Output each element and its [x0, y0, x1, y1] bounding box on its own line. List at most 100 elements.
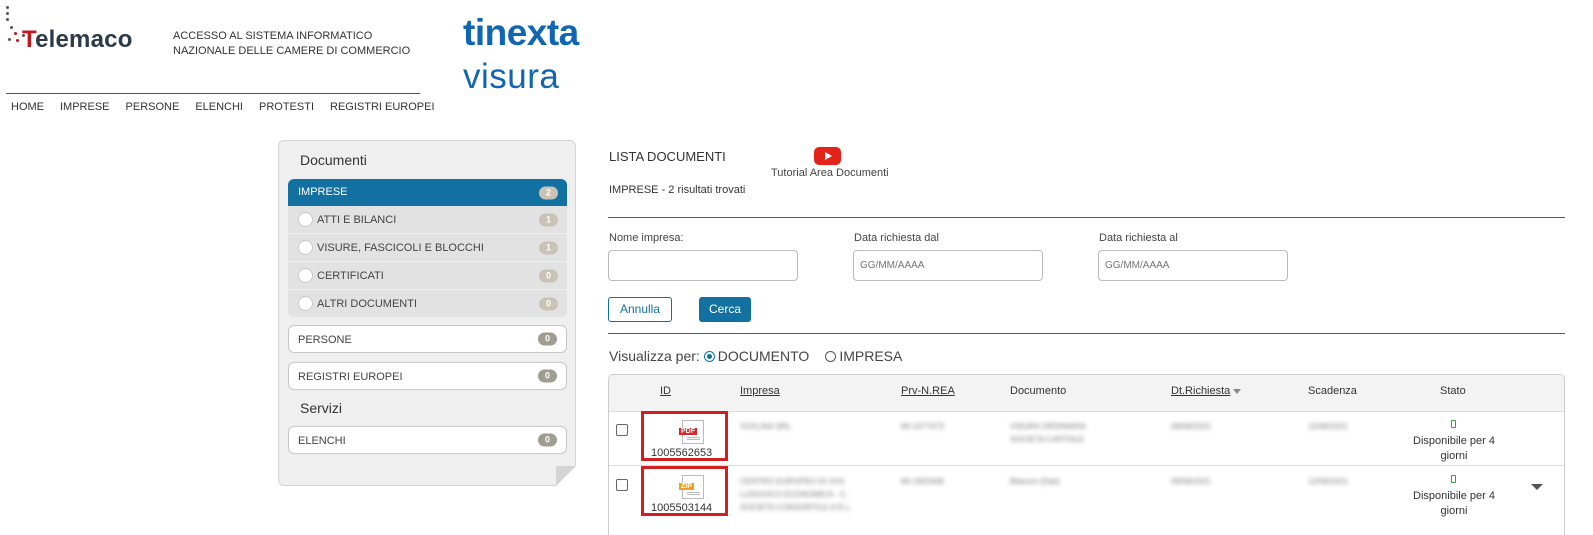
sort-desc-icon[interactable] — [1233, 388, 1242, 394]
stato-cell: Disponibile per 4 giorni — [1413, 435, 1495, 462]
logo-initial: T — [22, 26, 36, 53]
file-type-tag: PDF — [679, 428, 697, 435]
phone-available-icon — [1451, 475, 1456, 483]
nome-impresa-input[interactable] — [608, 250, 798, 281]
impresa-cell: CENTRO EUROPEO DI XXX LUDOVICO ECONOMICA… — [740, 477, 852, 512]
nav-protesti[interactable]: PROTESTI — [259, 101, 314, 113]
sidebar-item-visure[interactable]: VISURE, FASCICOLI E BLOCCHI 1 — [288, 234, 567, 261]
header-tagline: ACCESSO AL SISTEMA INFORMATICO NAZIONALE… — [173, 29, 410, 59]
documents-sidebar: Documenti IMPRESE 2 ATTI E BILANCI 1 VIS… — [278, 140, 576, 486]
rea-cell: MI-1477473 — [901, 422, 944, 431]
nav-divider — [6, 93, 420, 94]
table-row: PDF 1005562653 XXXLINA SRL MI-1477473 VI… — [609, 411, 1564, 466]
expand-row-icon[interactable] — [1531, 484, 1543, 490]
documento-cell: VISURA ORDINARIA SOCIETA CAPITALE — [1010, 422, 1086, 444]
file-lines — [687, 492, 700, 495]
dt-richiesta-cell: 09/06/2021 — [1171, 477, 1212, 486]
file-type-tag: ZIP — [679, 483, 694, 490]
col-scadenza: Scadenza — [1308, 385, 1357, 397]
sidebar-item-altri-documenti[interactable]: ALTRI DOCUMENTI 0 — [288, 290, 567, 317]
row-checkbox[interactable] — [616, 424, 628, 436]
radio-icon[interactable] — [298, 212, 313, 227]
data-al-input[interactable] — [1098, 250, 1288, 281]
col-stato: Stato — [1440, 385, 1466, 397]
data-al-label: Data richiesta al — [1099, 232, 1178, 244]
sidebar-item-label: ATTI E BILANCI — [317, 213, 397, 226]
nav-registri-europei[interactable]: REGISTRI EUROPEI — [330, 101, 435, 113]
sidebar-item-imprese[interactable]: IMPRESE 2 — [288, 179, 567, 213]
section-divider — [608, 217, 1565, 218]
sidebar-heading-servizi: Servizi — [300, 400, 343, 416]
cerca-button[interactable]: Cerca — [699, 297, 751, 322]
radio-documento-label[interactable]: DOCUMENTO — [718, 348, 810, 364]
telemaco-logo[interactable]: Telemaco — [22, 26, 133, 54]
dt-richiesta-cell: 09/06/2021 — [1171, 422, 1212, 431]
youtube-play-icon[interactable] — [814, 147, 841, 165]
nav-home[interactable]: HOME — [11, 101, 44, 113]
impresa-cell: XXXLINA SRL — [740, 422, 792, 431]
col-impresa[interactable]: Impresa — [740, 385, 780, 397]
sidebar-item-label: IMPRESE — [298, 186, 348, 198]
stato-cell: Disponibile per 4 giorni — [1413, 490, 1495, 517]
document-id[interactable]: 1005503144 — [651, 502, 712, 514]
col-rea[interactable]: Prv-N.REA — [901, 385, 955, 397]
zip-file-icon[interactable]: ZIP — [679, 475, 704, 499]
documents-table: ID Impresa Prv-N.REA Documento Dt.Richie… — [608, 374, 1565, 535]
document-id[interactable]: 1005562653 — [651, 447, 712, 459]
file-lines — [687, 437, 700, 440]
tutorial-link[interactable]: Tutorial Area Documenti — [771, 167, 889, 179]
top-navigation: HOME IMPRESE PERSONE ELENCHI PROTESTI RE… — [11, 101, 435, 113]
count-badge: 1 — [539, 213, 558, 226]
radio-icon[interactable] — [298, 240, 313, 255]
result-count: IMPRESE - 2 risultati trovati — [609, 184, 746, 196]
count-badge: 1 — [539, 241, 558, 254]
page-fold-corner — [556, 466, 576, 486]
section-divider — [608, 333, 1565, 334]
radio-icon[interactable] — [298, 296, 313, 311]
data-dal-input[interactable] — [853, 250, 1043, 281]
count-badge: 0 — [539, 269, 558, 282]
id-highlight-box: ZIP 1005503144 — [641, 466, 728, 516]
col-dt-richiesta-label: Dt.Richiesta — [1171, 385, 1231, 397]
scadenza-cell: 12/06/2021 — [1308, 422, 1349, 431]
radio-impresa-label[interactable]: IMPRESA — [839, 348, 902, 364]
col-documento: Documento — [1010, 385, 1067, 397]
col-id[interactable]: ID — [660, 385, 671, 397]
sidebar-item-label: ELENCHI — [298, 435, 346, 447]
scadenza-cell: 12/06/2021 — [1308, 477, 1349, 486]
sidebar-item-label: REGISTRI EUROPEI — [298, 371, 403, 383]
nav-elenchi[interactable]: ELENCHI — [195, 101, 243, 113]
count-badge: 0 — [538, 332, 557, 346]
sidebar-item-registri-europei[interactable]: REGISTRI EUROPEI 0 — [288, 362, 567, 390]
sidebar-item-persone[interactable]: PERSONE 0 — [288, 325, 567, 353]
page-title: LISTA DOCUMENTI — [609, 149, 726, 164]
visura-logo: visura — [463, 57, 560, 96]
tinexta-logo[interactable]: tinexta — [463, 12, 579, 54]
nav-persone[interactable]: PERSONE — [126, 101, 180, 113]
count-badge: 0 — [538, 369, 557, 383]
sidebar-item-label: PERSONE — [298, 334, 352, 346]
tagline-line2: NAZIONALE DELLE CAMERE DI COMMERCIO — [173, 45, 411, 57]
row-checkbox[interactable] — [616, 479, 628, 491]
nav-imprese[interactable]: IMPRESE — [60, 101, 110, 113]
sidebar-heading-documenti: Documenti — [300, 152, 367, 168]
view-selector: Visualizza per: DOCUMENTO IMPRESA — [609, 348, 902, 364]
col-dt-richiesta[interactable]: Dt.Richiesta — [1171, 385, 1242, 397]
phone-available-icon — [1451, 420, 1456, 428]
radio-documento[interactable] — [703, 350, 715, 362]
documento-cell: Bilancio (Dati) — [1010, 477, 1060, 486]
logo-rest: elemaco — [35, 26, 133, 53]
rea-cell: MI-1902408 — [901, 477, 944, 486]
sidebar-item-elenchi[interactable]: ELENCHI 0 — [288, 426, 567, 454]
sidebar-item-atti-bilanci[interactable]: ATTI E BILANCI 1 — [288, 206, 567, 233]
radio-icon[interactable] — [298, 268, 313, 283]
radio-impresa[interactable] — [825, 350, 837, 362]
pdf-file-icon[interactable]: PDF — [679, 420, 704, 444]
tagline-line1: ACCESSO AL SISTEMA INFORMATICO — [173, 30, 373, 42]
data-dal-label: Data richiesta dal — [854, 232, 939, 244]
sidebar-item-label: VISURE, FASCICOLI E BLOCCHI — [317, 241, 484, 254]
sidebar-item-certificati[interactable]: CERTIFICATI 0 — [288, 262, 567, 289]
visualizza-label: Visualizza per: — [609, 348, 700, 364]
id-highlight-box: PDF 1005562653 — [641, 411, 728, 461]
annulla-button[interactable]: Annulla — [608, 297, 672, 322]
